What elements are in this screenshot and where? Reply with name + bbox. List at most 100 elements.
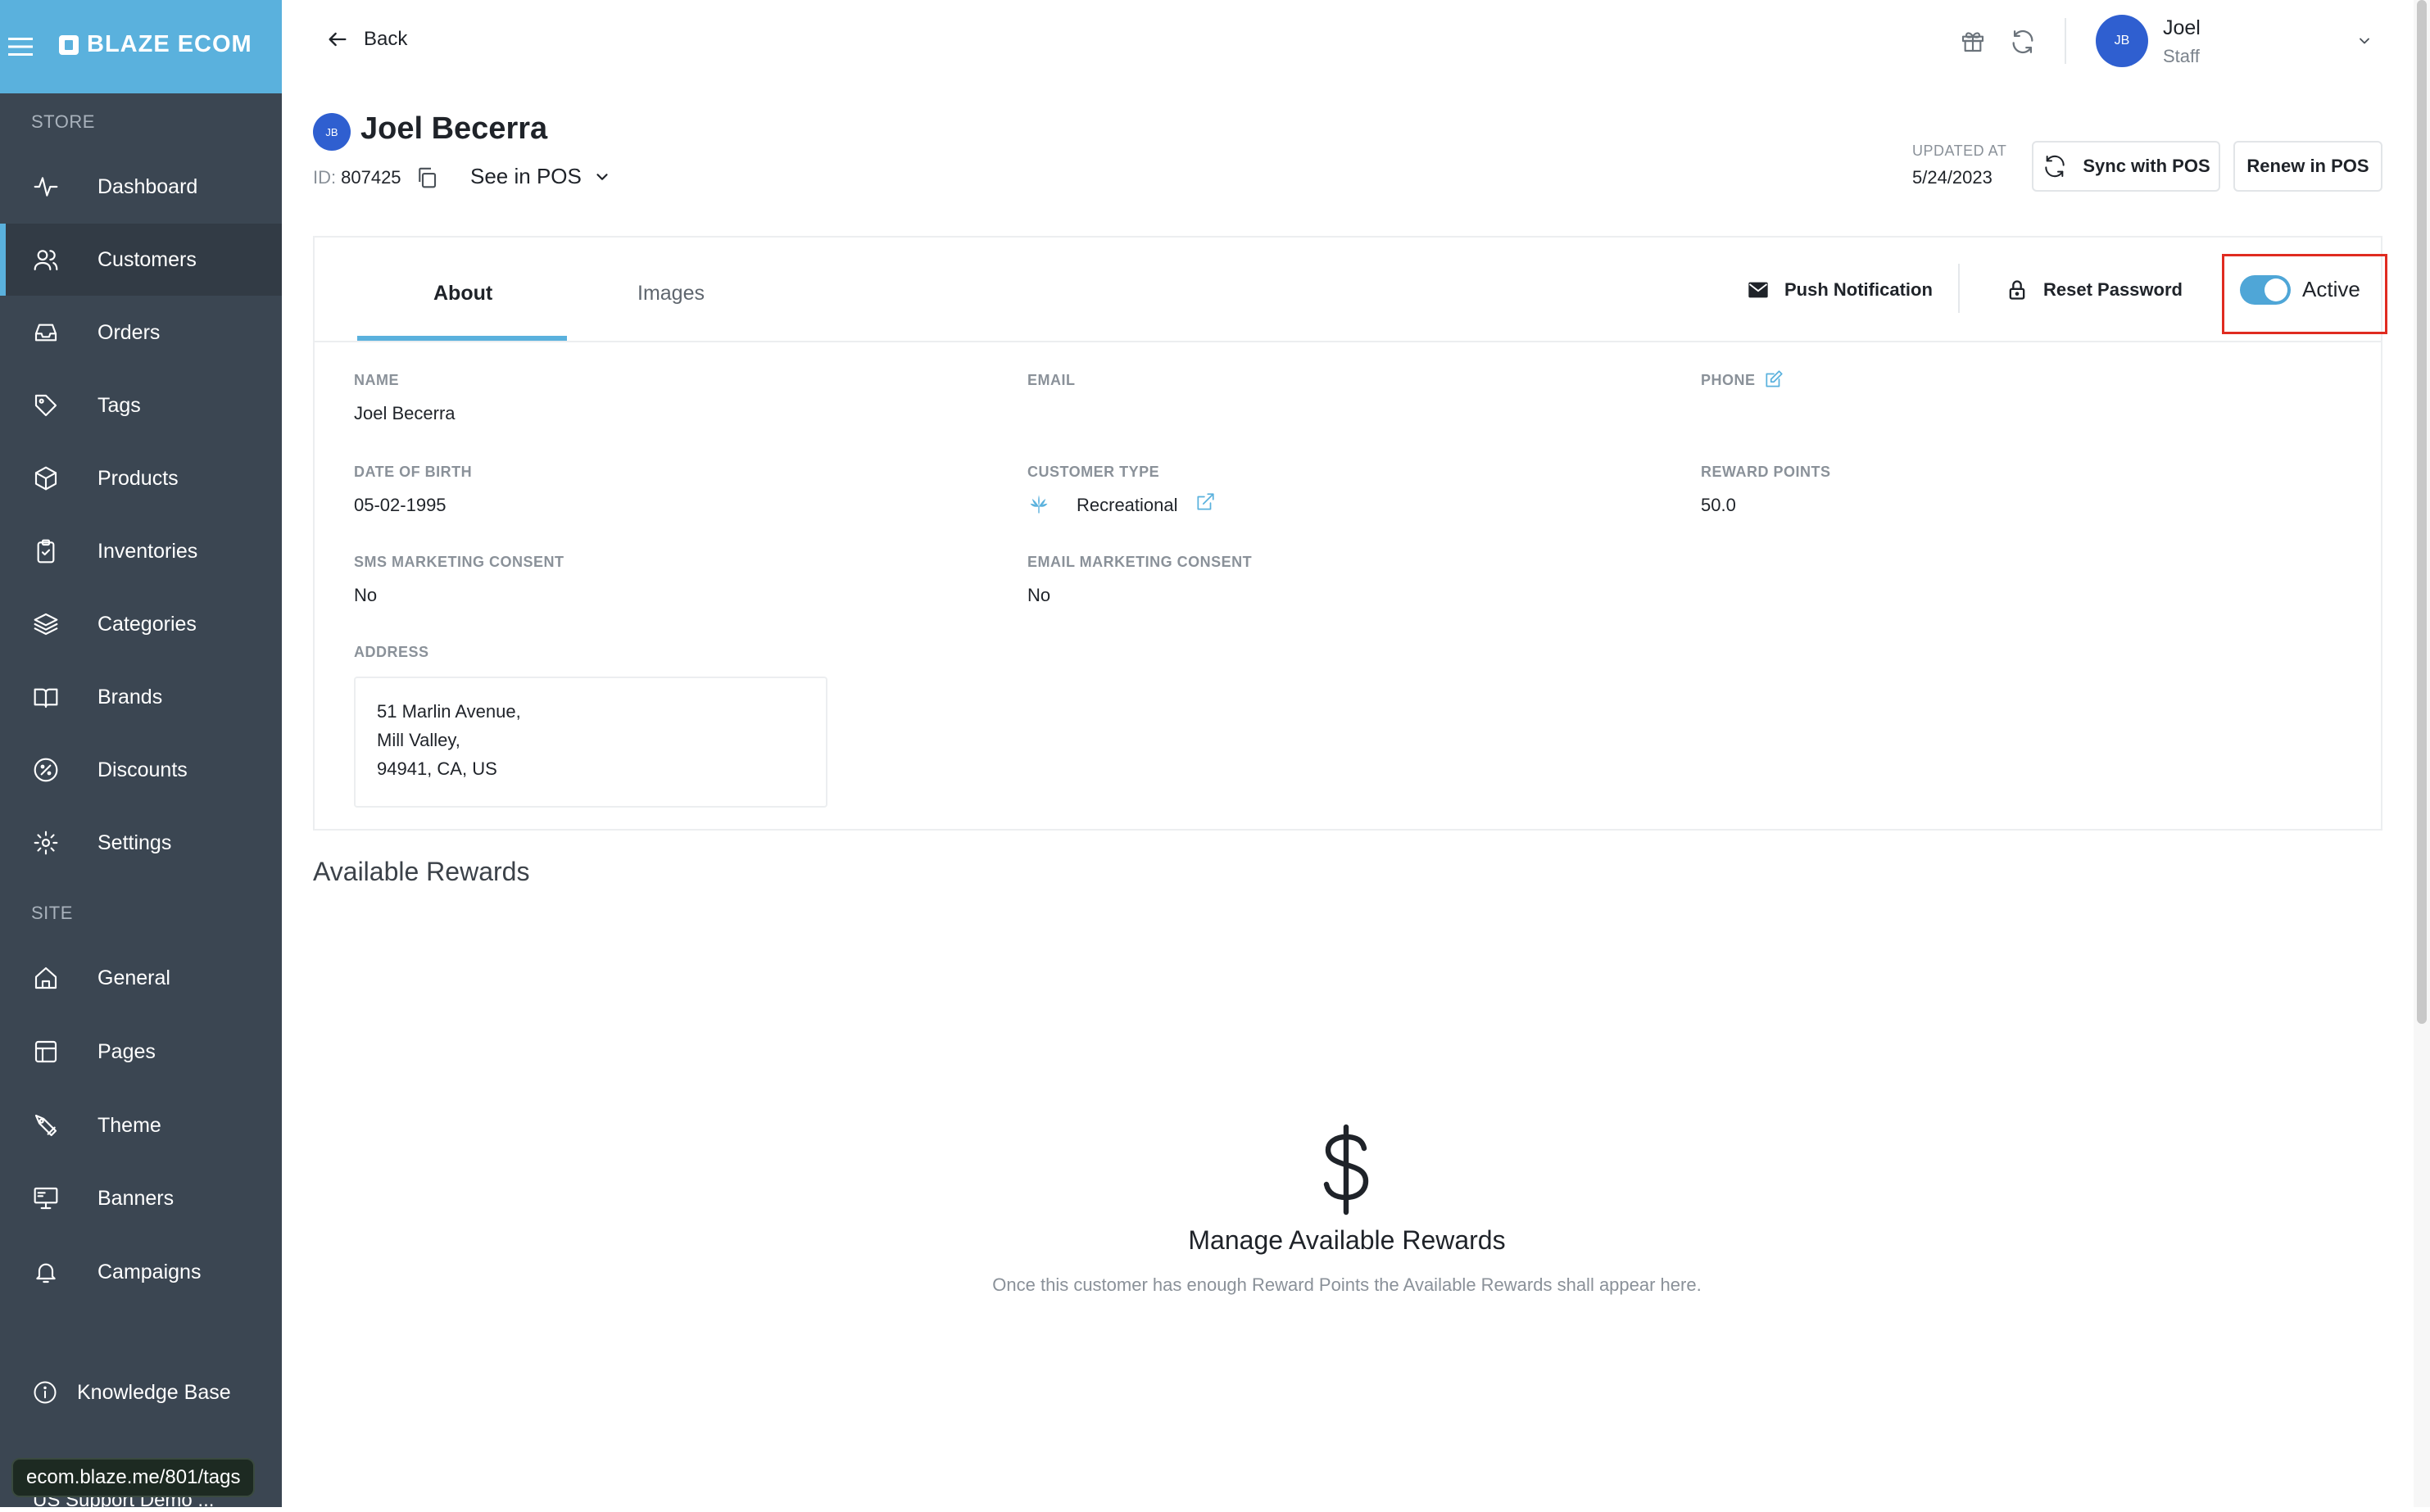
brand-bar: BLAZE ECOM bbox=[0, 0, 282, 93]
reset-password-label: Reset Password bbox=[2043, 279, 2183, 300]
renew-in-pos-label: Renew in POS bbox=[2246, 156, 2369, 176]
external-link-icon[interactable] bbox=[1195, 491, 1216, 513]
tabs-divider bbox=[315, 341, 2381, 342]
section-label-store: STORE bbox=[31, 111, 95, 132]
activity-icon bbox=[33, 174, 59, 200]
copy-icon[interactable] bbox=[415, 165, 439, 190]
email-label: EMAIL bbox=[1027, 372, 1076, 388]
sidebar-item-label: Categories bbox=[97, 612, 197, 636]
gear-icon bbox=[33, 830, 59, 856]
sidebar-item-label: Theme bbox=[97, 1113, 161, 1137]
inbox-icon bbox=[33, 319, 59, 346]
brand-logo[interactable]: BLAZE ECOM bbox=[59, 31, 252, 58]
email-consent-label: EMAIL MARKETING CONSENT bbox=[1027, 554, 1253, 570]
reward-points-value: 50.0 bbox=[1701, 495, 1736, 515]
sidebar-item-theme[interactable]: Theme bbox=[0, 1089, 282, 1161]
name-label: NAME bbox=[354, 372, 399, 388]
layers-icon bbox=[33, 611, 59, 637]
reset-password-button[interactable]: Reset Password bbox=[2006, 278, 2183, 301]
id-value: 807425 bbox=[341, 167, 401, 188]
see-in-pos-dropdown[interactable]: See in POS bbox=[470, 164, 611, 189]
push-notification-label: Push Notification bbox=[1784, 279, 1933, 300]
dollar-icon bbox=[1313, 1124, 1379, 1215]
cannabis-leaf-icon bbox=[1027, 493, 1050, 516]
percent-icon bbox=[33, 757, 59, 783]
customer-details-card: About Images Push Notification Reset Pas… bbox=[313, 236, 2387, 831]
sms-consent-value: No bbox=[354, 585, 378, 605]
dob-value: 05-02-1995 bbox=[354, 495, 447, 515]
empty-state-title: Manage Available Rewards bbox=[1188, 1225, 1506, 1255]
sidebar-item-inventories[interactable]: Inventories bbox=[0, 515, 282, 587]
address-line: 51 Marlin Avenue, bbox=[377, 701, 521, 722]
customer-avatar: JB bbox=[313, 113, 351, 151]
page-title: Joel Becerra bbox=[360, 111, 548, 146]
sidebar-item-tags[interactable]: Tags bbox=[0, 369, 282, 441]
users-icon bbox=[33, 247, 59, 273]
clipboard-icon bbox=[33, 538, 59, 564]
sms-consent-label: SMS MARKETING CONSENT bbox=[354, 554, 564, 570]
sidebar-item-label: Customers bbox=[97, 247, 197, 271]
sidebar-item-banners[interactable]: Banners bbox=[0, 1162, 282, 1234]
brand-name: BLAZE ECOM bbox=[87, 31, 252, 57]
sidebar-item-label: General bbox=[97, 966, 170, 989]
sidebar-item-knowledge-base[interactable]: Knowledge Base bbox=[0, 1356, 282, 1428]
envelope-icon bbox=[1747, 278, 1784, 301]
user-avatar[interactable]: JB bbox=[2096, 15, 2148, 67]
arrow-left-icon bbox=[326, 28, 364, 51]
hamburger-menu-icon[interactable] bbox=[8, 36, 33, 57]
phone-label: PHONE bbox=[1701, 372, 1756, 388]
sidebar-item-label: Inventories bbox=[97, 539, 198, 563]
address-label: ADDRESS bbox=[354, 644, 429, 660]
gift-icon[interactable] bbox=[1960, 28, 1988, 56]
sidebar-item-orders[interactable]: Orders bbox=[0, 297, 282, 369]
id-prefix: ID: bbox=[313, 167, 337, 188]
sidebar-item-categories[interactable]: Categories bbox=[0, 588, 282, 660]
sidebar-item-pages[interactable]: Pages bbox=[0, 1016, 282, 1088]
page-scrollbar-thumb[interactable] bbox=[2417, 0, 2427, 1024]
sidebar-item-general[interactable]: General bbox=[0, 942, 282, 1014]
dob-label: DATE OF BIRTH bbox=[354, 464, 473, 480]
layout-icon bbox=[33, 1039, 59, 1065]
sidebar-item-customers[interactable]: Customers bbox=[0, 224, 282, 296]
sidebar-item-label: Knowledge Base bbox=[77, 1380, 231, 1404]
sidebar-item-settings[interactable]: Settings bbox=[0, 807, 282, 879]
user-name[interactable]: Joel bbox=[2163, 16, 2201, 40]
push-notification-button[interactable]: Push Notification bbox=[1747, 278, 1933, 301]
tab-images[interactable]: Images bbox=[637, 282, 705, 306]
renew-in-pos-button[interactable]: Renew in POS bbox=[2233, 141, 2382, 192]
user-role: Staff bbox=[2163, 46, 2200, 66]
sidebar-item-dashboard[interactable]: Dashboard bbox=[0, 151, 282, 223]
reward-points-label: REWARD POINTS bbox=[1701, 464, 1831, 480]
updated-at-label: UPDATED AT bbox=[1912, 143, 2007, 159]
sidebar-item-label: Pages bbox=[97, 1039, 156, 1063]
refresh-icon[interactable] bbox=[2009, 28, 2037, 56]
tag-icon bbox=[33, 392, 59, 419]
sidebar-item-label: Dashboard bbox=[97, 174, 198, 198]
address-line: 94941, CA, US bbox=[377, 758, 497, 779]
sidebar-item-products[interactable]: Products bbox=[0, 442, 282, 514]
sync-with-pos-button[interactable]: Sync with POS bbox=[2032, 141, 2220, 192]
chevron-down-icon[interactable] bbox=[2356, 33, 2373, 49]
sidebar-item-label: Settings bbox=[97, 831, 172, 854]
empty-state-subtitle: Once this customer has enough Reward Poi… bbox=[992, 1274, 1702, 1295]
sidebar-item-label: Tags bbox=[97, 393, 141, 417]
available-rewards-heading: Available Rewards bbox=[313, 857, 530, 886]
name-value: Joel Becerra bbox=[354, 403, 456, 423]
monitor-icon bbox=[33, 1185, 59, 1211]
customer-type-label: CUSTOMER TYPE bbox=[1027, 464, 1160, 480]
back-label: Back bbox=[364, 28, 408, 50]
sidebar-item-label: Brands bbox=[97, 685, 163, 708]
sidebar-item-label: Discounts bbox=[97, 758, 188, 781]
chevron-down-icon bbox=[582, 168, 611, 186]
sidebar-item-brands[interactable]: Brands bbox=[0, 661, 282, 733]
brand-logo-icon bbox=[59, 34, 79, 55]
active-toggle[interactable] bbox=[2240, 275, 2291, 305]
back-button[interactable]: Back bbox=[326, 28, 407, 51]
sync-with-pos-label: Sync with POS bbox=[2083, 156, 2210, 176]
lock-icon bbox=[2006, 278, 2043, 301]
tab-about[interactable]: About bbox=[433, 282, 492, 306]
edit-phone-icon[interactable] bbox=[1763, 369, 1784, 390]
updated-at-value: 5/24/2023 bbox=[1912, 167, 1993, 188]
sidebar-item-discounts[interactable]: Discounts bbox=[0, 734, 282, 806]
box-icon bbox=[33, 465, 59, 491]
